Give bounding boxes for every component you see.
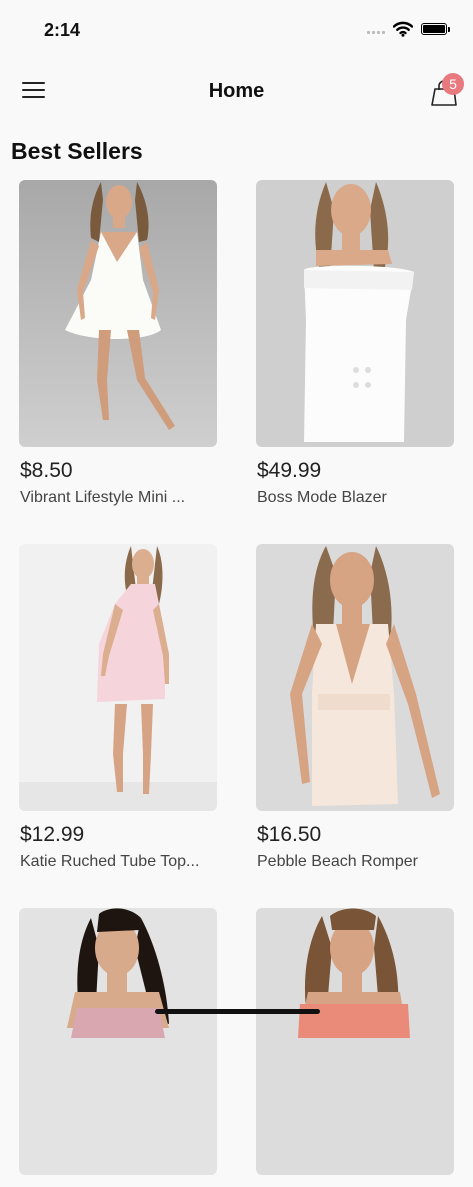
product-card[interactable]: $8.50 Vibrant Lifestyle Mini ...	[19, 180, 217, 507]
product-price: $8.50	[20, 459, 73, 482]
product-card[interactable]: $12.99 Katie Ruched Tube Top...	[19, 544, 217, 871]
product-card[interactable]: $49.99 Boss Mode Blazer	[256, 180, 454, 507]
product-image	[19, 908, 217, 1175]
product-price: $12.99	[20, 823, 85, 846]
product-grid: $8.50 Vibrant Lifestyle Mini ... $49.99 …	[0, 0, 473, 1175]
product-image	[19, 180, 217, 447]
product-name: Boss Mode Blazer	[257, 489, 387, 506]
product-name: Vibrant Lifestyle Mini ...	[20, 489, 186, 506]
product-card[interactable]	[256, 908, 454, 1187]
product-name: Pebble Beach Romper	[257, 853, 418, 870]
product-image	[19, 544, 217, 811]
product-price: $49.99	[257, 459, 322, 482]
product-card[interactable]	[19, 908, 217, 1187]
product-image	[256, 544, 454, 811]
home-indicator[interactable]	[155, 1009, 320, 1014]
product-price: $16.50	[257, 823, 322, 846]
product-image	[256, 180, 454, 447]
product-name: Katie Ruched Tube Top...	[20, 853, 200, 870]
product-image	[256, 908, 454, 1175]
product-card[interactable]: $16.50 Pebble Beach Romper	[256, 544, 454, 871]
